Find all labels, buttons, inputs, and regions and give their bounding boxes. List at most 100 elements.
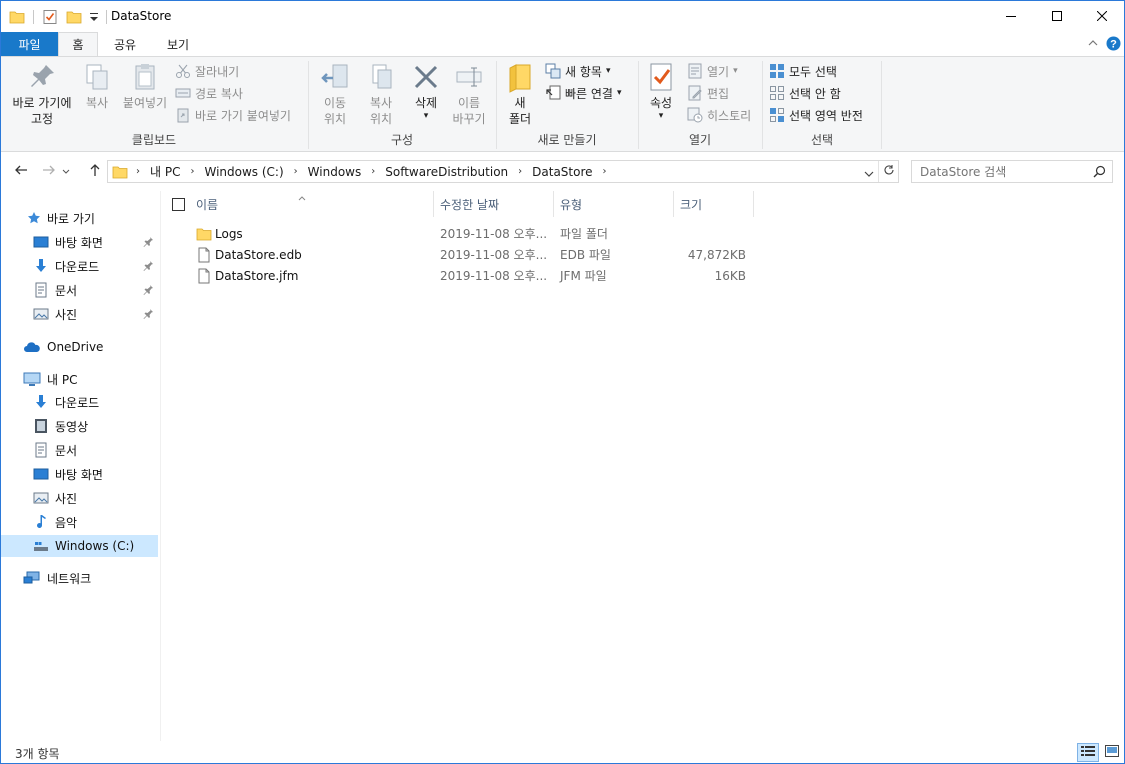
column-divider[interactable] (553, 191, 554, 217)
new-item-button[interactable]: 새 항목 ▾ (545, 61, 610, 81)
sidebar-quick-access-label: 바로 가기 (47, 211, 95, 226)
breadcrumb-this-pc[interactable]: 내 PC (150, 163, 180, 180)
pin-icon[interactable] (142, 284, 154, 296)
sidebar-item-pc-desktop[interactable]: 바탕 화면 (1, 463, 158, 485)
new-folder-quick-icon[interactable] (66, 9, 82, 25)
move-to-button[interactable]: 이동 위치 (313, 61, 357, 127)
pin-icon[interactable] (142, 236, 154, 248)
refresh-button[interactable] (878, 161, 898, 182)
tab-view[interactable]: 보기 (158, 32, 198, 56)
breadcrumb-datastore[interactable]: DataStore (532, 165, 592, 179)
paste-button[interactable]: 붙여넣기 (119, 61, 171, 111)
new-item-label: 새 항목 (565, 64, 602, 79)
sidebar-item-videos[interactable]: 동영상 (1, 415, 158, 437)
properties-dropdown-icon: ▾ (658, 111, 664, 121)
column-header-date[interactable]: 수정한 날짜 (440, 191, 552, 217)
select-none-button[interactable]: 선택 안 함 (769, 83, 841, 103)
column-divider[interactable] (753, 191, 754, 217)
sidebar-item-music[interactable]: 음악 (1, 511, 158, 533)
new-folder-button[interactable]: 새 폴더 (501, 61, 539, 127)
select-none-label: 선택 안 함 (789, 86, 841, 101)
forward-button[interactable] (39, 161, 59, 181)
new-group-label: 새로 만들기 (537, 133, 597, 147)
delete-button[interactable]: 삭제 ▾ (409, 61, 443, 121)
column-header-type[interactable]: 유형 (560, 191, 672, 217)
cut-button[interactable]: 잘라내기 (175, 61, 239, 81)
edit-button[interactable]: 편집 (687, 83, 729, 103)
sidebar-item-onedrive[interactable]: OneDrive (1, 336, 158, 358)
folder-icon (112, 164, 128, 180)
pin-label-line2: 고정 (30, 112, 54, 126)
customize-dropdown-icon[interactable] (88, 9, 100, 25)
rename-label-line1: 이름 (457, 96, 481, 110)
open-group: 속성 ▾ 열기 ▾ 편집 히스토리 열기 (639, 57, 761, 152)
breadcrumb-drive[interactable]: Windows (C:) (204, 165, 283, 179)
copy-to-button[interactable]: 복사 위치 (359, 61, 403, 127)
network-icon (23, 570, 41, 586)
column-header-size[interactable]: 크기 (680, 191, 752, 217)
sidebar-item-network[interactable]: 네트워크 (1, 567, 158, 589)
back-button[interactable] (11, 161, 31, 181)
select-all-button[interactable]: 모두 선택 (769, 61, 837, 81)
sidebar-item-pc-downloads[interactable]: 다운로드 (1, 391, 158, 413)
pin-icon[interactable] (142, 308, 154, 320)
move-to-label-line1: 이동 (323, 96, 347, 110)
breadcrumb-windows[interactable]: Windows (308, 165, 362, 179)
rename-button[interactable]: 이름 바꾸기 (447, 61, 491, 127)
address-bar[interactable]: › 내 PC › Windows (C:) › Windows › Softwa… (107, 160, 899, 183)
sidebar-item-quick-access[interactable]: 바로 가기 (1, 207, 158, 229)
maximize-icon (1052, 10, 1062, 24)
table-row[interactable]: Logs 2019-11-08 오후... 파일 폴더 (192, 223, 752, 244)
desktop-icon (33, 234, 49, 250)
search-input[interactable] (920, 164, 1090, 179)
sidebar-item-pictures[interactable]: 사진 (1, 303, 158, 325)
column-divider[interactable] (673, 191, 674, 217)
tab-home[interactable]: 홈 (58, 32, 98, 56)
copy-button[interactable]: 복사 (79, 61, 115, 111)
maximize-button[interactable] (1034, 1, 1080, 32)
tab-file[interactable]: 파일 (1, 32, 58, 56)
select-all-checkbox[interactable] (172, 191, 190, 217)
pin-quick-access-button[interactable]: 바로 가기에 고정 (7, 61, 77, 127)
recent-locations-button[interactable] (59, 161, 73, 181)
table-row[interactable]: DataStore.edb 2019-11-08 오후... EDB 파일 47… (192, 244, 752, 265)
large-icons-view-button[interactable] (1101, 743, 1123, 762)
search-icon[interactable] (1093, 165, 1106, 181)
up-button[interactable] (85, 161, 105, 181)
close-button[interactable] (1079, 1, 1124, 32)
open-button[interactable]: 열기 ▾ (687, 61, 738, 81)
sidebar-item-desktop[interactable]: 바탕 화면 (1, 231, 158, 253)
paste-shortcut-button[interactable]: 바로 가기 붙여넣기 (175, 105, 291, 125)
history-button[interactable]: 히스토리 (687, 105, 751, 125)
sidebar-item-pc-pictures[interactable]: 사진 (1, 487, 158, 509)
breadcrumb-softwaredistribution[interactable]: SoftwareDistribution (385, 165, 508, 179)
select-none-icon (769, 85, 785, 101)
minimize-button[interactable] (988, 1, 1034, 32)
table-row[interactable]: DataStore.jfm 2019-11-08 오후... JFM 파일 16… (192, 265, 752, 286)
sidebar-item-windows-drive[interactable]: Windows (C:) (1, 535, 158, 557)
column-divider[interactable] (433, 191, 434, 217)
copy-path-button[interactable]: 경로 복사 (175, 83, 243, 103)
explorer-window: DataStore 파일 홈 공유 보기 ? 바로 가기에 고정 복사 붙여넣기… (0, 0, 1125, 764)
sidebar-item-pc-documents[interactable]: 문서 (1, 439, 158, 461)
properties-button[interactable]: 속성 ▾ (643, 61, 679, 121)
search-box[interactable] (911, 160, 1113, 183)
tab-share[interactable]: 공유 (105, 32, 145, 56)
collapse-ribbon-icon[interactable] (1087, 37, 1099, 52)
properties-quick-icon[interactable] (42, 9, 58, 25)
help-icon[interactable]: ? (1106, 36, 1121, 54)
address-history-dropdown-icon[interactable] (864, 167, 874, 181)
easy-access-button[interactable]: 빠른 연결 ▾ (545, 83, 622, 103)
column-header-name[interactable]: 이름 (196, 191, 432, 217)
invert-selection-icon (769, 107, 785, 123)
sidebar-item-documents[interactable]: 문서 (1, 279, 158, 301)
pin-icon[interactable] (142, 260, 154, 272)
details-view-button[interactable] (1077, 743, 1099, 762)
download-icon (33, 258, 49, 274)
sidebar-item-downloads[interactable]: 다운로드 (1, 255, 158, 277)
invert-selection-button[interactable]: 선택 영역 반전 (769, 105, 863, 125)
sidebar-item-this-pc[interactable]: 내 PC (1, 368, 158, 390)
copy-to-label-line1: 복사 (369, 96, 393, 110)
paste-shortcut-icon (175, 107, 191, 123)
open-group-label: 열기 (688, 133, 712, 147)
